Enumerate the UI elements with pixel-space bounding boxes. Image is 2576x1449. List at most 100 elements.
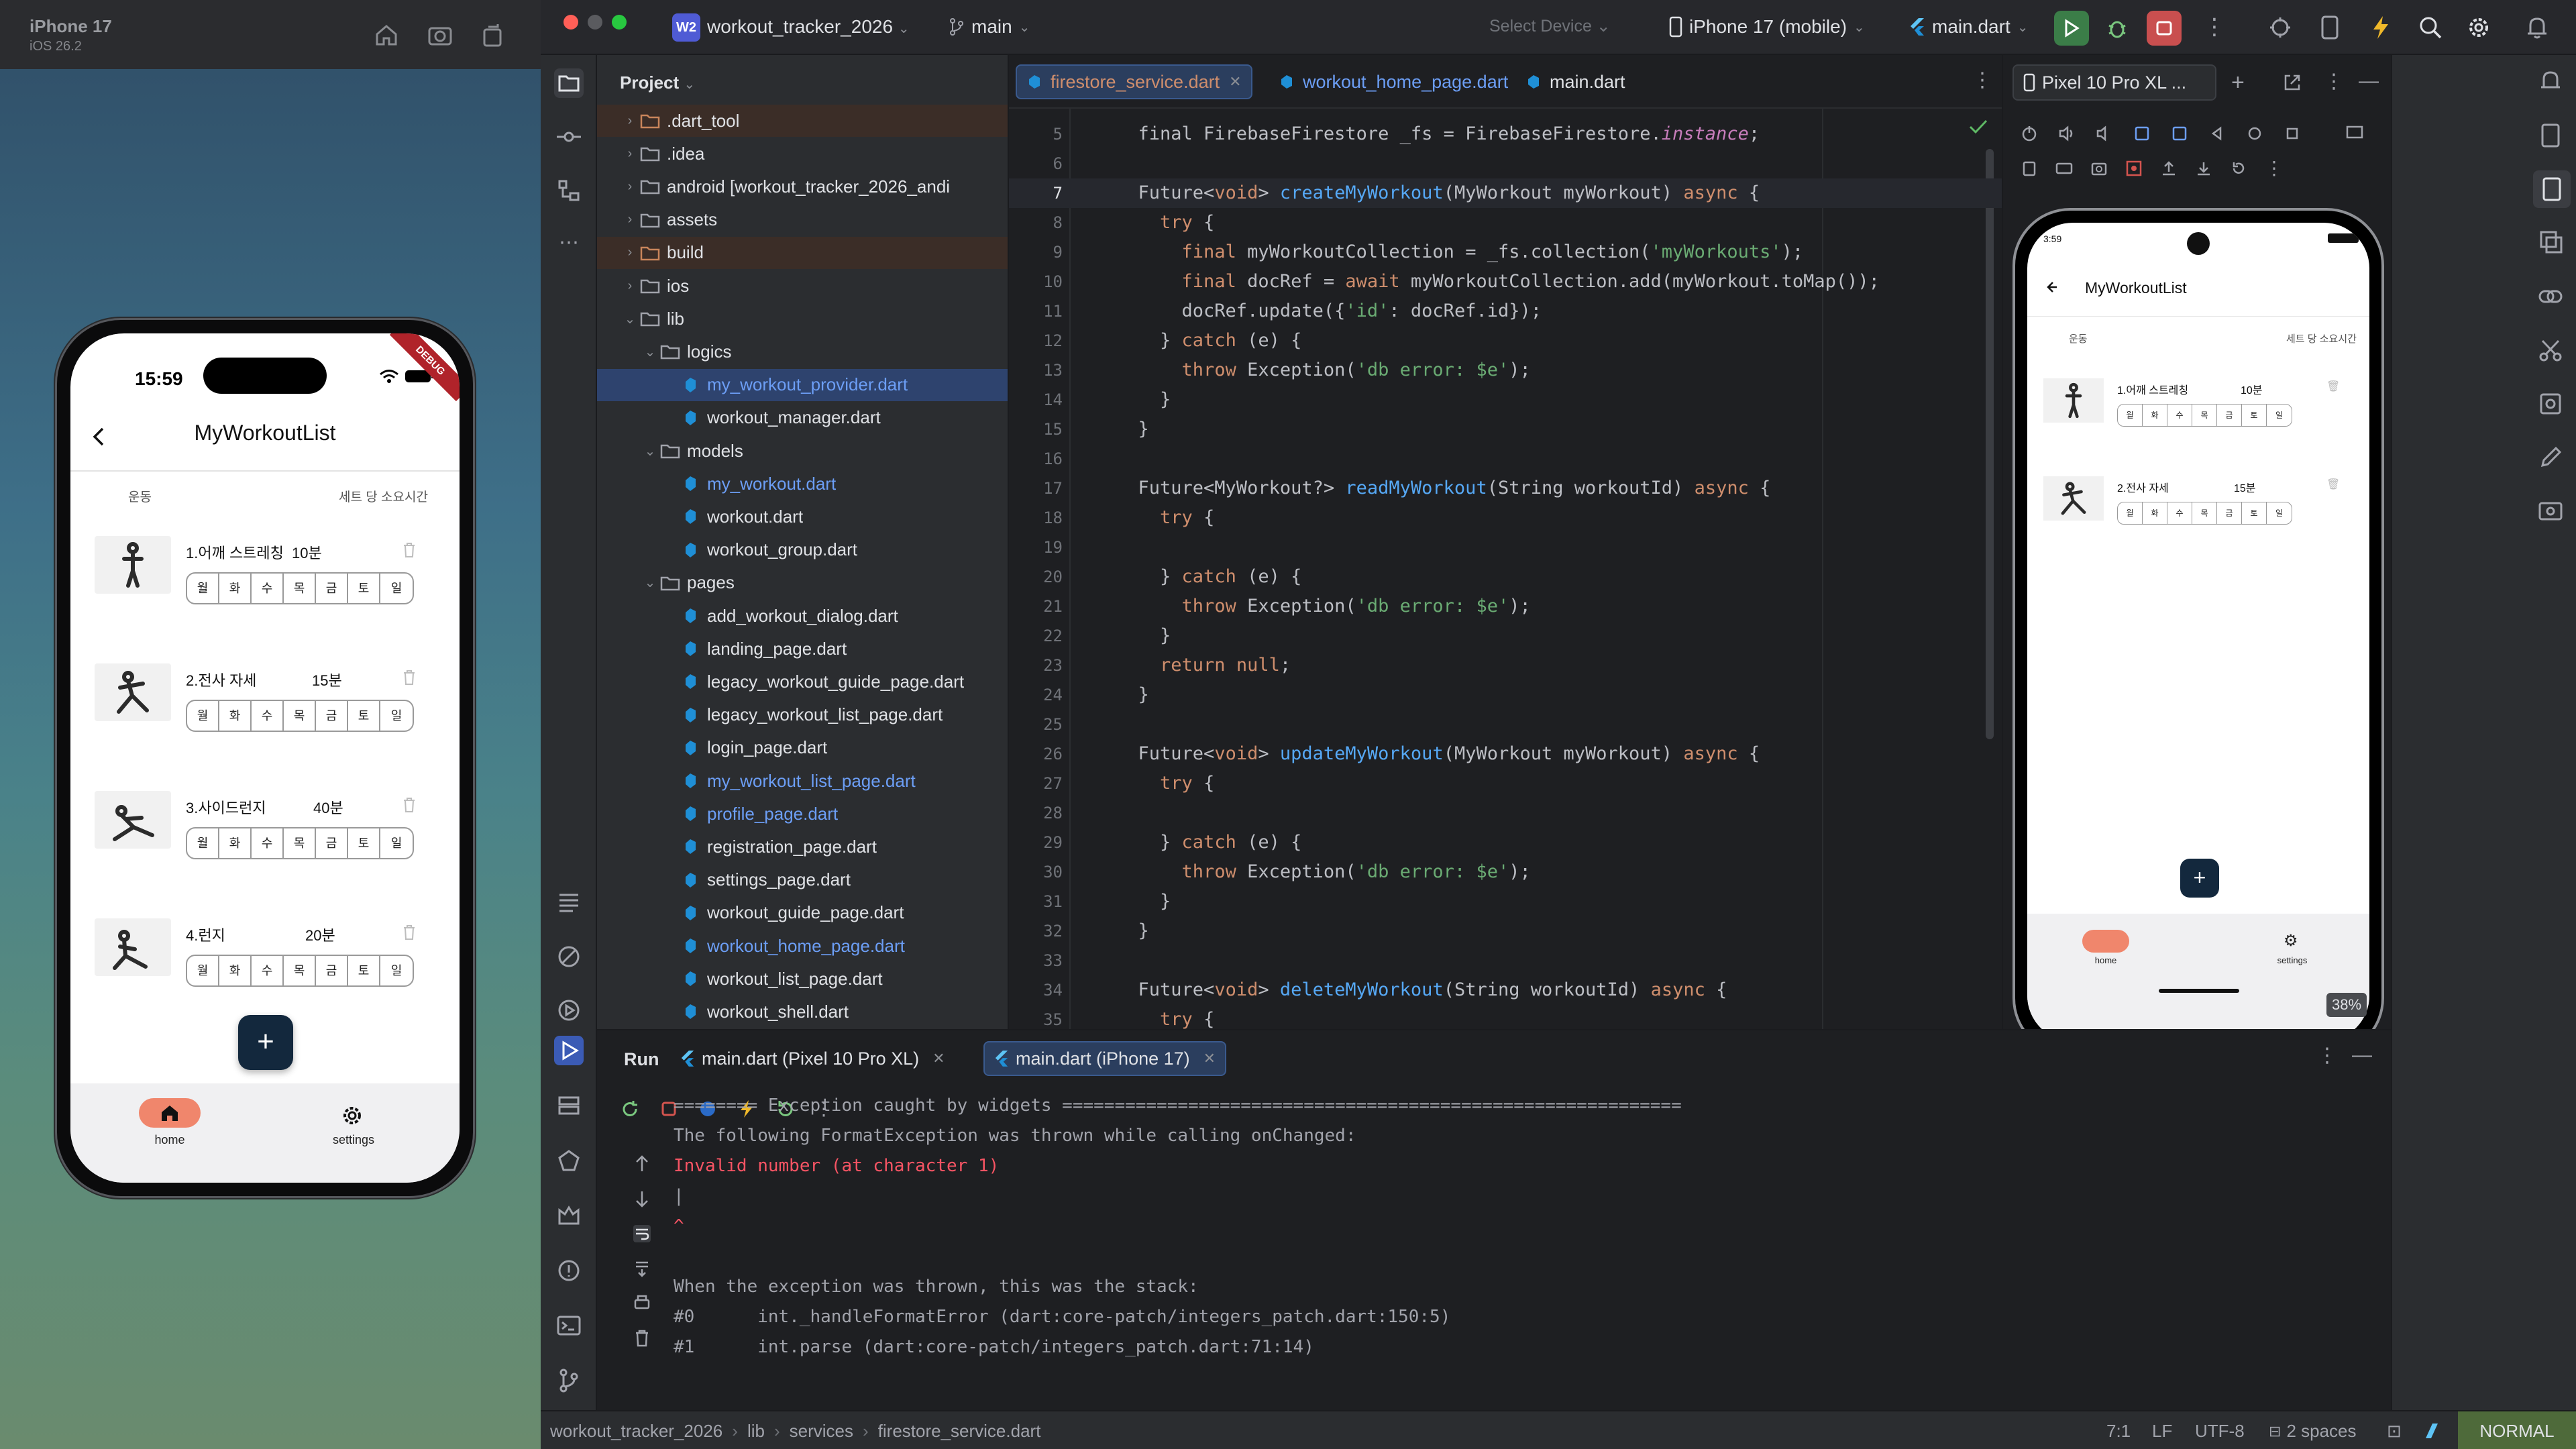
hot-reload-icon[interactable] — [2371, 15, 2391, 40]
weekday-toggle[interactable]: 토 — [2242, 502, 2267, 524]
expand-arrow-icon[interactable]: › — [620, 278, 640, 294]
weekday-toggle[interactable]: 수 — [2167, 405, 2192, 426]
weekday-toggle[interactable]: 토 — [348, 701, 380, 731]
tree-item[interactable]: workout_manager.dart — [597, 402, 1008, 434]
project-selector[interactable]: workout_tracker_2026 ⌄ — [707, 16, 910, 38]
weekday-toggle[interactable]: 목 — [284, 956, 316, 985]
layout-inspector-icon[interactable] — [2537, 390, 2564, 417]
tree-item[interactable]: workout_home_page.dart — [597, 930, 1008, 962]
tree-item[interactable]: registration_page.dart — [597, 830, 1008, 863]
trash-icon[interactable] — [402, 796, 417, 814]
tree-item[interactable]: ⌄ models — [597, 435, 1008, 467]
tree-item[interactable]: legacy_workout_list_page.dart — [597, 699, 1008, 731]
notifications-icon[interactable] — [2525, 15, 2549, 40]
weekday-toggle[interactable]: 토 — [2242, 405, 2267, 426]
weekday-toggle[interactable]: 화 — [2143, 502, 2167, 524]
gear-icon[interactable]: ⚙ — [2284, 931, 2298, 951]
expand-arrow-icon[interactable]: ⌄ — [620, 311, 640, 327]
tab-workout-home-page[interactable]: workout_home_page.dart — [1269, 64, 1517, 99]
add-workout-button[interactable]: + — [238, 1015, 293, 1070]
workout-minutes[interactable]: 15분 — [2234, 479, 2256, 495]
weekday-toggle[interactable]: 금 — [316, 574, 348, 603]
notifications-icon[interactable] — [2537, 67, 2564, 94]
more-vertical-icon[interactable]: ⋮ — [2203, 13, 2226, 40]
emulator-add-button[interactable]: + — [2180, 859, 2219, 898]
link-icon[interactable] — [2537, 283, 2564, 310]
expand-arrow-icon[interactable]: › — [620, 212, 640, 227]
weekday-toggle[interactable]: 수 — [2167, 502, 2192, 524]
weekday-toggle[interactable]: 수 — [252, 574, 284, 603]
tree-item[interactable]: workout_shell.dart — [597, 996, 1008, 1028]
emulator-nav-home[interactable] — [2082, 930, 2129, 953]
flutter-inspector-icon[interactable] — [554, 942, 584, 971]
expand-arrow-icon[interactable]: › — [620, 146, 640, 162]
tree-item[interactable]: workout_list_page.dart — [597, 963, 1008, 995]
project-badge[interactable]: W2 — [672, 13, 700, 42]
emulator-workout-row[interactable]: 1.어깨 스트레칭 10분 🗑 월 화 수 목 금 토 일 — [2027, 378, 2369, 459]
tree-item[interactable]: workout.dart — [597, 500, 1008, 533]
tree-item[interactable]: workout_group.dart — [597, 534, 1008, 566]
weekday-toggle[interactable]: 목 — [284, 701, 316, 731]
screenshot-icon[interactable] — [427, 21, 453, 48]
tree-item[interactable]: ⌄ lib — [597, 303, 1008, 335]
breadcrumb-item[interactable]: workout_tracker_2026 — [550, 1421, 722, 1442]
gear-icon[interactable] — [340, 1104, 364, 1128]
expand-arrow-icon[interactable]: › — [620, 245, 640, 260]
project-tool-icon[interactable] — [554, 68, 584, 98]
commit-icon[interactable] — [554, 122, 584, 152]
add-device-icon[interactable]: + — [2231, 70, 2245, 96]
trash-icon[interactable] — [402, 669, 417, 686]
weekday-toggle[interactable]: 목 — [284, 828, 316, 858]
weekday-toggle[interactable]: 금 — [2217, 502, 2242, 524]
weekday-toggle[interactable]: 월 — [187, 701, 219, 731]
build-variants-icon[interactable] — [554, 1091, 584, 1120]
weekday-toggle[interactable]: 토 — [348, 828, 380, 858]
tree-item[interactable]: › android [workout_tracker_2026_andi — [597, 170, 1008, 203]
expand-arrow-icon[interactable]: › — [620, 113, 640, 129]
running-devices-icon[interactable] — [2533, 170, 2571, 208]
weekday-toggle[interactable]: 금 — [2217, 405, 2242, 426]
run-button[interactable] — [2054, 11, 2089, 46]
workout-minutes[interactable]: 10분 — [2241, 381, 2263, 397]
editor-scrollbar[interactable] — [1986, 149, 1994, 739]
more-tools-icon[interactable]: ⋯ — [554, 231, 584, 260]
weekday-toggle[interactable]: 목 — [284, 574, 316, 603]
workout-row[interactable]: 1.어깨 스트레칭 10분 월 화 수 목 금 토 일 — [70, 536, 460, 650]
weekday-toggle[interactable]: 수 — [252, 701, 284, 731]
tree-item[interactable]: add_workout_dialog.dart — [597, 600, 1008, 632]
weekday-toggle[interactable]: 월 — [2118, 502, 2143, 524]
weekday-toggle[interactable]: 일 — [2267, 405, 2292, 426]
plugin-icon[interactable] — [2423, 1421, 2440, 1441]
back-arrow-icon[interactable] — [2043, 279, 2059, 295]
select-device-dropdown[interactable]: Select Device ⌄ — [1489, 16, 1611, 36]
close-tab-icon[interactable]: ✕ — [932, 1050, 945, 1067]
tree-item[interactable]: › ios — [597, 270, 1008, 302]
expand-arrow-icon[interactable]: ⌄ — [640, 343, 660, 360]
more-vertical-icon[interactable]: ⋮ — [1972, 68, 1992, 92]
weekday-toggle[interactable]: 수 — [252, 956, 284, 985]
zoom-level[interactable]: 38% — [2326, 993, 2367, 1017]
services-icon[interactable] — [554, 996, 584, 1025]
debug-icon[interactable] — [2105, 16, 2129, 40]
trash-icon[interactable]: 🗑 — [2326, 478, 2340, 491]
tree-item[interactable]: settings_page.dart — [597, 864, 1008, 896]
more-vertical-icon[interactable]: ⋮ — [2324, 70, 2344, 93]
todo-icon[interactable] — [554, 887, 584, 916]
workout-minutes[interactable]: 10분 — [292, 541, 322, 563]
weekday-toggle[interactable]: 금 — [316, 828, 348, 858]
search-icon[interactable] — [2418, 15, 2443, 40]
tree-item[interactable]: legacy_workout_guide_page.dart — [597, 665, 1008, 698]
tree-item[interactable]: my_workout_provider.dart — [597, 368, 1008, 401]
tree-item[interactable]: profile_page.dart — [597, 798, 1008, 830]
close-tab-icon[interactable]: ✕ — [1229, 73, 1241, 91]
trash-icon[interactable] — [402, 924, 417, 941]
structure-icon[interactable] — [554, 176, 584, 205]
weekday-toggle[interactable]: 토 — [348, 574, 380, 603]
terminal-icon[interactable] — [554, 1311, 584, 1340]
caret-position[interactable]: 7:1 — [2106, 1421, 2131, 1442]
problems-icon[interactable] — [554, 1256, 584, 1285]
tab-firestore-service[interactable]: firestore_service.dart ✕ — [1016, 64, 1252, 99]
minimize-icon[interactable]: — — [2352, 1044, 2372, 1067]
tree-item[interactable]: my_workout.dart — [597, 468, 1008, 500]
logcat-icon[interactable] — [554, 1201, 584, 1230]
